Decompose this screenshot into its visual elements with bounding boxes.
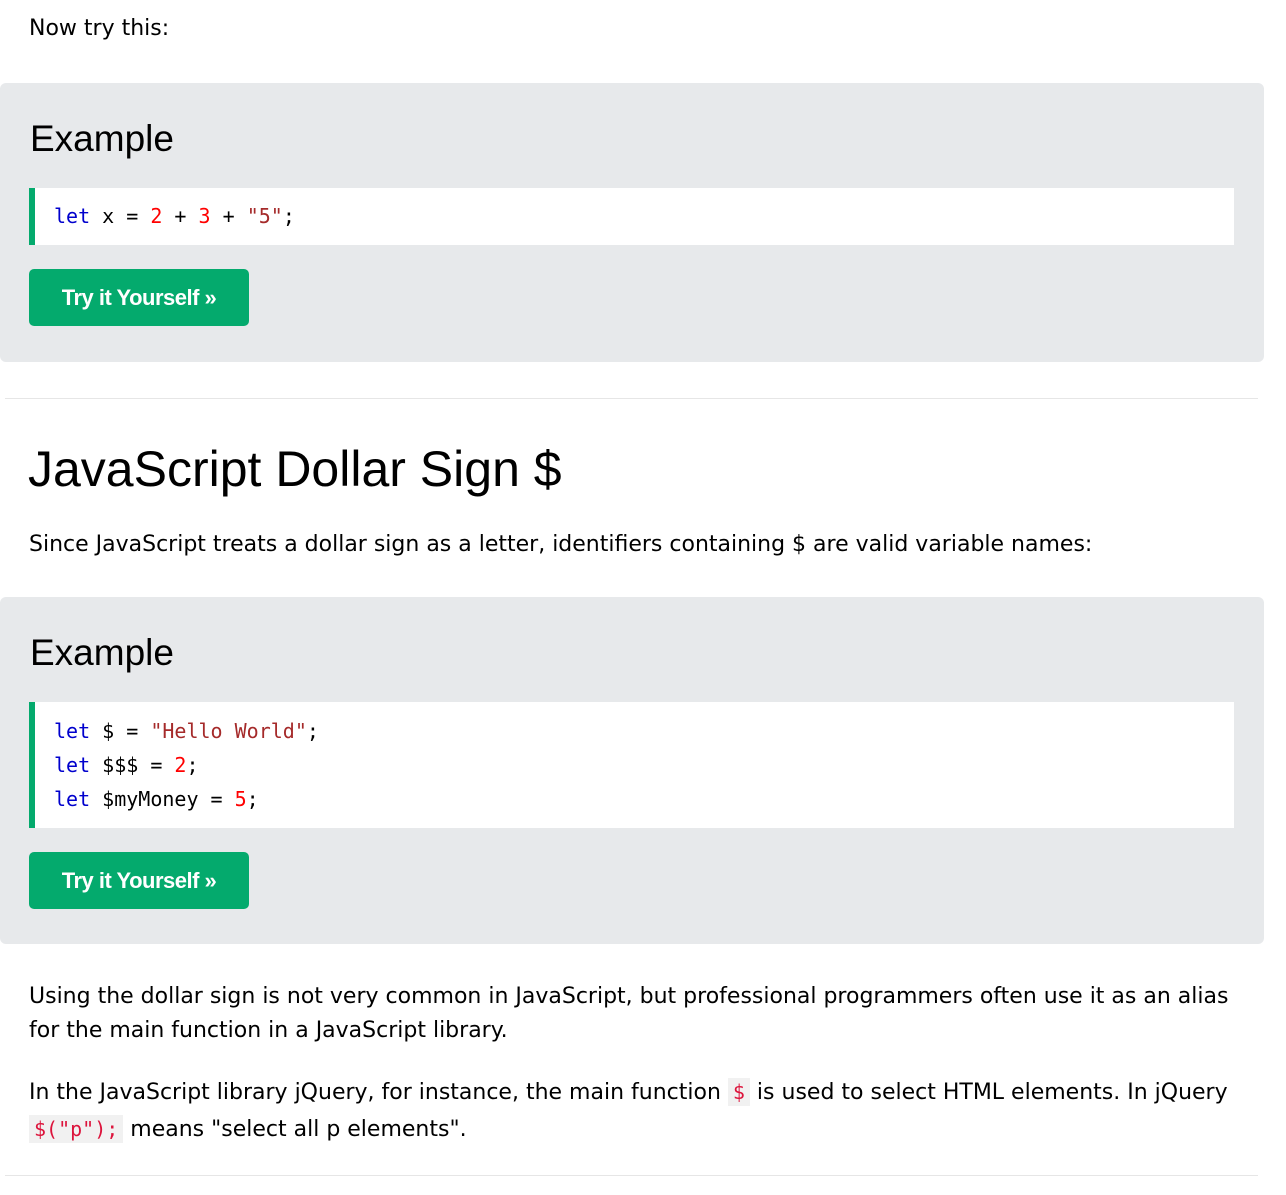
code-keyword: let [54, 204, 91, 228]
code-line: let $$$ = 2; [54, 748, 1234, 782]
paragraph: Using the dollar sign is not very common… [29, 984, 1229, 1043]
code-number: 2 [174, 753, 187, 777]
code-text: ; [246, 787, 259, 811]
code-number: 2 [150, 204, 163, 228]
code-text: ; [186, 753, 199, 777]
code-text: + [162, 204, 199, 228]
code-text: ; [306, 719, 319, 743]
section-title: JavaScript Dollar Sign $ [28, 441, 562, 497]
inline-code: $("p"); [29, 1115, 124, 1143]
example-heading: Example [30, 632, 174, 673]
code-text: ; [282, 204, 295, 228]
code-text: x = [90, 204, 151, 228]
code-keyword: let [54, 719, 91, 743]
section-divider [5, 1175, 1258, 1176]
code-text: + [210, 204, 247, 228]
code-line: let $myMoney = 5; [54, 782, 1234, 816]
code-number: 3 [198, 204, 211, 228]
inline-code: $ [727, 1078, 750, 1106]
code-line: let x = 2 + 3 + "5"; [54, 199, 1234, 233]
section-divider [5, 398, 1258, 399]
paragraph-text: is used to select HTML elements. In jQue… [749, 1080, 1228, 1105]
code-block: let $ = "Hello World"; let $$$ = 2; let … [29, 702, 1234, 828]
intro-text: Now try this: [29, 16, 170, 41]
code-text: $ = [90, 719, 151, 743]
code-text: $myMoney = [90, 787, 235, 811]
example-box-2: Example let $ = "Hello World"; let $$$ =… [0, 597, 1264, 944]
paragraph: In the JavaScript library jQuery, for in… [29, 1074, 1229, 1148]
example-heading: Example [30, 118, 174, 159]
code-block: let x = 2 + 3 + "5"; [29, 188, 1234, 245]
example-box-1: Example let x = 2 + 3 + "5"; Try it Your… [0, 83, 1264, 362]
try-it-yourself-button[interactable]: Try it Yourself » [29, 269, 249, 326]
code-number: 5 [234, 787, 247, 811]
code-line: let $ = "Hello World"; [54, 714, 1234, 748]
paragraph-text: In the JavaScript library jQuery, for in… [29, 1080, 728, 1105]
code-text: $$$ = [90, 753, 175, 777]
section-intro-text: Since JavaScript treats a dollar sign as… [29, 532, 1093, 557]
code-string: "5" [246, 204, 283, 228]
code-string: "Hello World" [150, 719, 307, 743]
code-keyword: let [54, 753, 91, 777]
code-keyword: let [54, 787, 91, 811]
try-it-yourself-button[interactable]: Try it Yourself » [29, 852, 249, 909]
paragraph-text: means "select all p elements". [123, 1117, 467, 1142]
